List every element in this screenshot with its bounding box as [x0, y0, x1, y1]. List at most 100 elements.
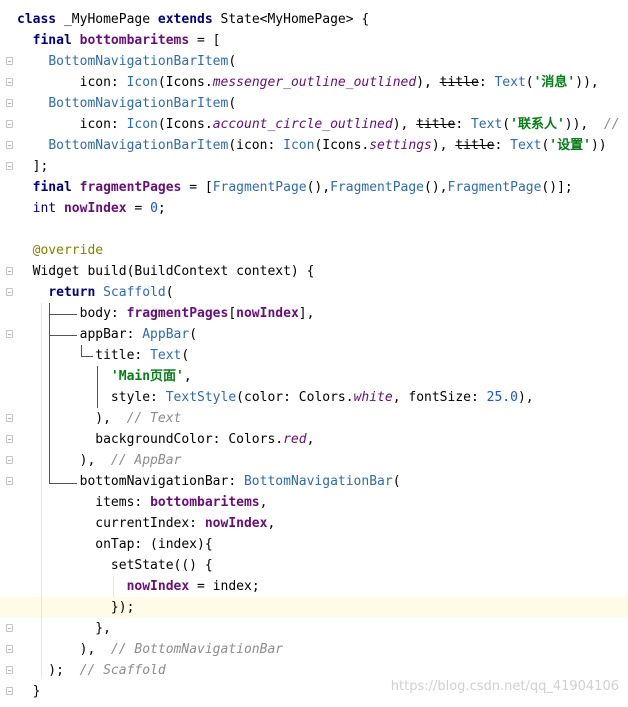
code-token: Widget build(BuildContext context) {	[17, 264, 315, 279]
code-token: (),	[424, 180, 448, 195]
code-token: ;	[157, 201, 166, 216]
code-token: bottombaritems	[150, 495, 260, 510]
code-line[interactable]: 'Main页面',	[0, 366, 628, 387]
code-token: bottombaritems	[79, 33, 190, 48]
code-line[interactable]: final bottombaritems = [	[0, 30, 628, 51]
fold-marker-icon[interactable]	[6, 687, 13, 695]
code-token: :	[494, 138, 511, 153]
fold-marker-icon[interactable]	[6, 99, 13, 107]
fold-marker-icon[interactable]	[6, 330, 13, 338]
fold-marker-icon[interactable]	[6, 477, 13, 485]
code-token: Icon	[126, 117, 158, 132]
fold-marker-icon[interactable]	[6, 162, 13, 170]
code-line[interactable]: icon: Icon(Icons.messenger_outline_outli…	[0, 72, 628, 93]
code-line[interactable]: ), // BottomNavigationBar	[0, 639, 628, 660]
code-token: (color: Colors.	[236, 390, 354, 405]
code-token: icon:	[17, 75, 127, 90]
code-line[interactable]: appBar: AppBar(	[0, 324, 628, 345]
code-line[interactable]: bottomNavigationBar: BottomNavigationBar…	[0, 471, 628, 492]
fold-marker-icon[interactable]	[6, 645, 13, 653]
code-line[interactable]: style: TextStyle(color: Colors.white, fo…	[0, 387, 628, 408]
fold-marker-icon[interactable]	[6, 456, 13, 464]
code-token: messenger_outline_outlined	[212, 75, 417, 90]
code-token: // AppBar	[110, 453, 182, 468]
code-line[interactable]: int nowIndex = 0;	[0, 198, 628, 219]
code-line[interactable]: body: fragmentPages[nowIndex],	[0, 303, 628, 324]
code-line[interactable]: nowIndex = index;	[0, 576, 628, 597]
code-text: });	[17, 597, 135, 618]
code-editor[interactable]: class _MyHomePage extends State<MyHomePa…	[0, 0, 628, 707]
code-line[interactable]: return Scaffold(	[0, 282, 628, 303]
fold-marker-icon[interactable]	[6, 57, 13, 65]
code-token: ),	[416, 75, 440, 90]
code-text: style: TextStyle(color: Colors.white, fo…	[17, 387, 534, 408]
code-line[interactable]: Widget build(BuildContext context) {	[0, 261, 628, 282]
code-line[interactable]: setState(() {	[0, 555, 628, 576]
code-line[interactable]: ), // Text	[0, 408, 628, 429]
code-line[interactable]: class _MyHomePage extends State<MyHomePa…	[0, 9, 628, 30]
code-line[interactable]: BottomNavigationBarItem(icon: Icon(Icons…	[0, 135, 628, 156]
code-token: 'Main页面'	[110, 369, 184, 384]
code-token: int	[32, 201, 64, 216]
fold-marker-icon[interactable]	[6, 78, 13, 86]
code-text: ); // Scaffold	[17, 660, 165, 681]
indent-guide	[113, 576, 114, 597]
code-text: final bottombaritems = [	[17, 30, 221, 51]
fold-marker-icon[interactable]	[6, 624, 13, 632]
fold-marker-icon[interactable]	[6, 141, 13, 149]
code-token: '消息'	[533, 75, 576, 90]
code-token: bottomNavigationBar:	[17, 474, 244, 489]
code-line[interactable]: BottomNavigationBarItem(	[0, 51, 628, 72]
code-token: currentIndex:	[17, 516, 205, 531]
code-line[interactable]: title: Text(	[0, 345, 628, 366]
code-token: }	[17, 684, 41, 699]
code-line[interactable]: icon: Icon(Icons.account_circle_outlined…	[0, 114, 628, 135]
code-token: BottomNavigationBarItem	[48, 138, 229, 153]
code-token: (),	[306, 180, 331, 195]
code-line[interactable]: });	[0, 597, 628, 618]
code-token: = [	[189, 33, 221, 48]
code-line[interactable]: onTap: (index){	[0, 534, 628, 555]
fold-marker-icon[interactable]	[6, 414, 13, 422]
code-line[interactable]	[0, 219, 628, 240]
code-token: ,	[183, 369, 192, 384]
code-token: (Icons.	[314, 138, 370, 153]
code-token: white	[353, 390, 393, 405]
fold-marker-icon[interactable]	[6, 120, 13, 128]
code-token: '联系人'	[510, 117, 565, 132]
code-line[interactable]: backgroundColor: Colors.red,	[0, 429, 628, 450]
code-line[interactable]: @override	[0, 240, 628, 261]
code-line[interactable]: ); // Scaffold	[0, 660, 628, 681]
fold-marker-icon[interactable]	[6, 666, 13, 674]
code-line[interactable]: ), // AppBar	[0, 450, 628, 471]
code-text: appBar: AppBar(	[17, 324, 197, 345]
watermark-text: https://blog.csdn.net/qq_41904106	[390, 679, 619, 694]
code-token: FragmentPage	[447, 180, 542, 195]
code-token: )),	[564, 117, 604, 132]
code-line[interactable]: },	[0, 618, 628, 639]
code-token: = [	[181, 180, 213, 195]
code-token: setState(() {	[17, 558, 213, 573]
code-token: (	[525, 75, 534, 90]
code-token: Text	[510, 138, 542, 153]
code-token: red	[283, 432, 307, 447]
code-line[interactable]: items: bottombaritems,	[0, 492, 628, 513]
fold-marker-icon[interactable]	[6, 435, 13, 443]
code-token: class	[17, 12, 64, 27]
fold-marker-icon[interactable]	[6, 288, 13, 296]
code-text: 'Main页面',	[17, 366, 192, 387]
code-line[interactable]: ];	[0, 156, 628, 177]
code-line[interactable]: final fragmentPages = [FragmentPage(),Fr…	[0, 177, 628, 198]
outline-connector	[49, 483, 77, 484]
code-token: account_circle_outlined	[212, 117, 393, 132]
code-token: @override	[32, 243, 104, 258]
code-token: //	[603, 117, 620, 132]
fold-marker-icon[interactable]	[6, 267, 13, 275]
code-line[interactable]: currentIndex: nowIndex,	[0, 513, 628, 534]
code-line[interactable]: BottomNavigationBarItem(	[0, 93, 628, 114]
